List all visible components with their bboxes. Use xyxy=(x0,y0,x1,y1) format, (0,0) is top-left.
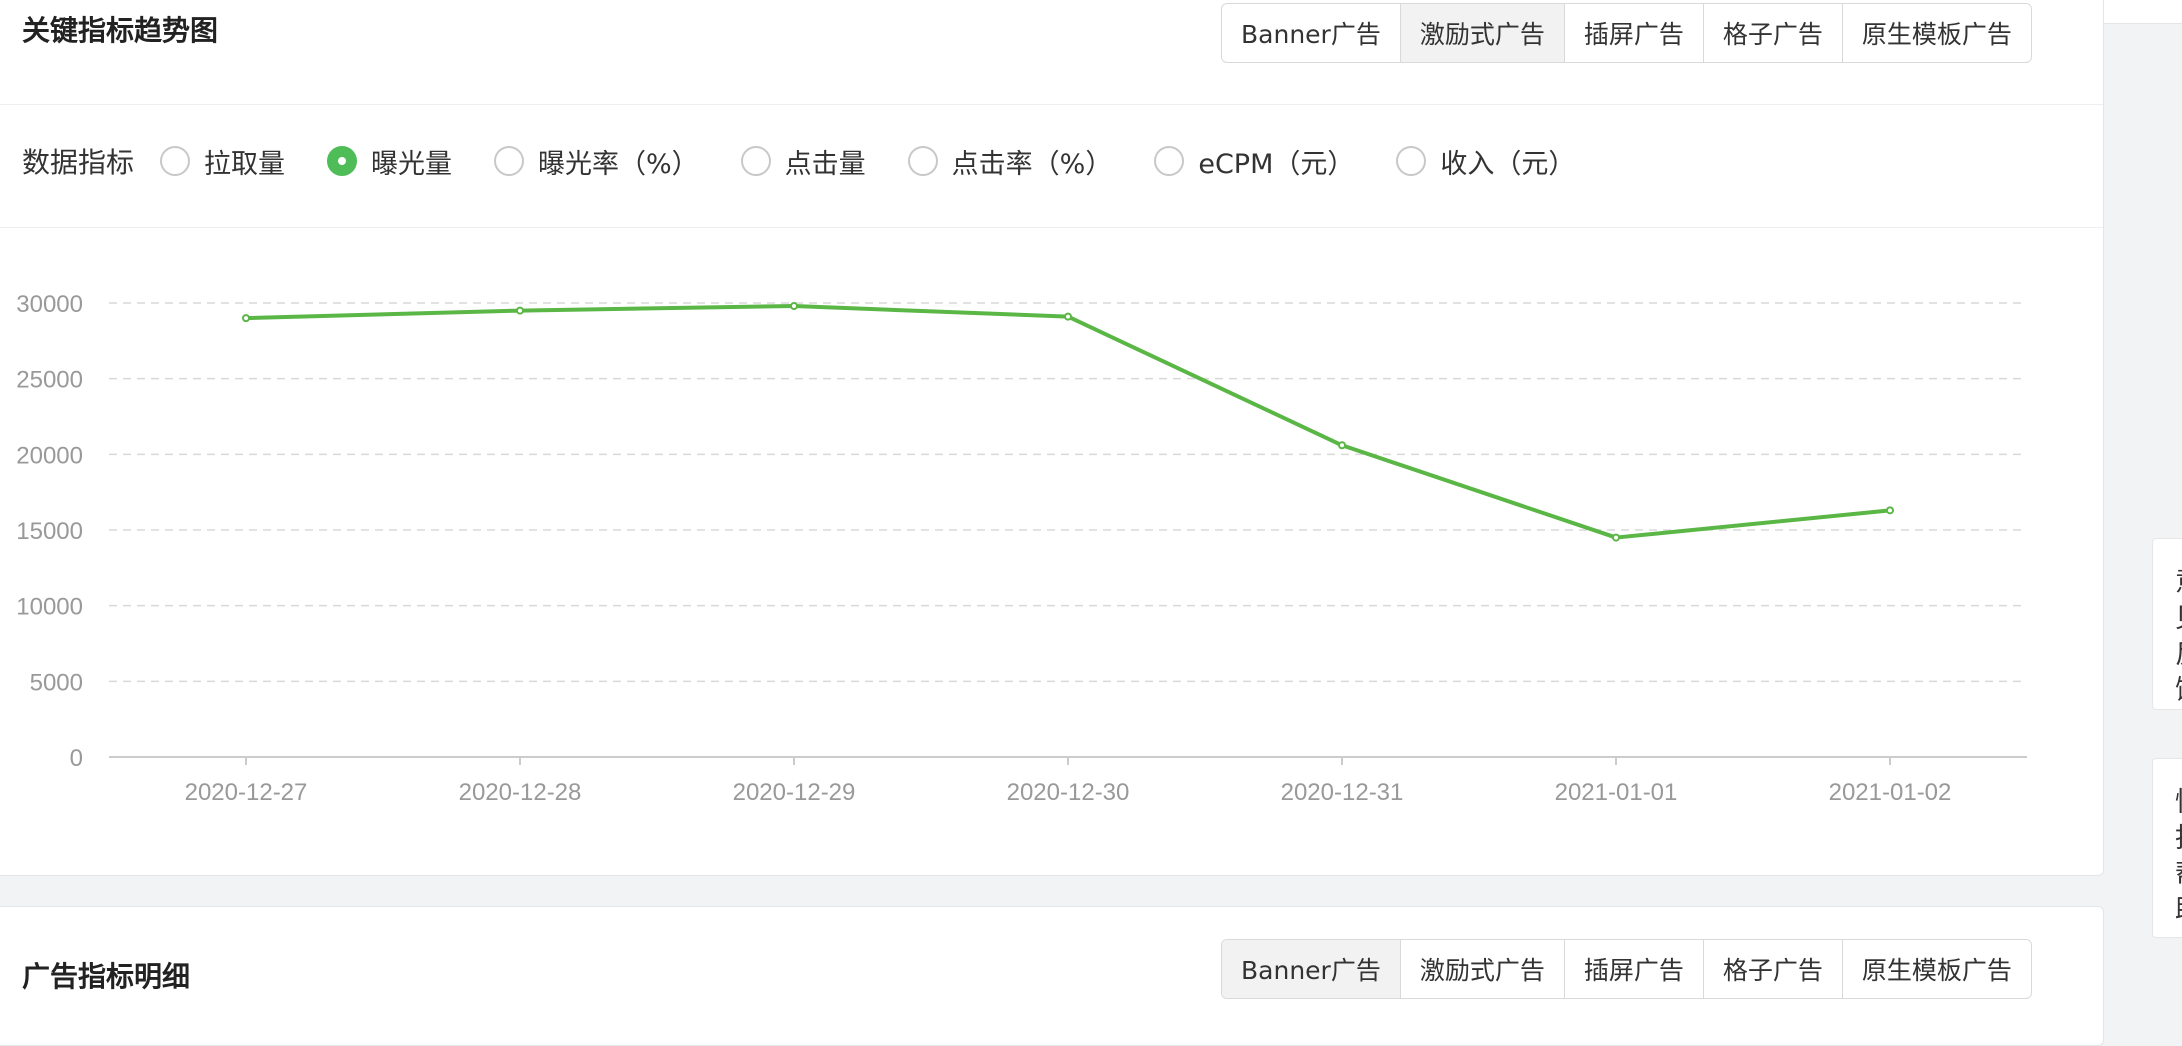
metric-radio[interactable]: 曝光量 xyxy=(327,142,452,181)
data-point[interactable] xyxy=(1886,506,1894,515)
metric-radio[interactable]: 收入（元） xyxy=(1396,142,1575,181)
radio-circle-icon[interactable] xyxy=(494,146,525,176)
tab-ad-type[interactable]: 激励式广告 xyxy=(1400,4,1565,62)
x-tick-label: 2020-12-31 xyxy=(1281,779,1404,806)
metric-radio[interactable]: 点击量 xyxy=(740,142,866,181)
side-tab-char: 帮 xyxy=(2175,857,2182,893)
detail-card: 广告指标明细 Banner广告 激励式广告 插屏广告 格子广告 原生模板广告 xyxy=(0,906,2104,1046)
y-tick-label: 0 xyxy=(70,745,83,772)
radio-circle-icon[interactable] xyxy=(907,146,938,176)
metric-label: 拉取量 xyxy=(204,148,286,180)
trend-card: 关键指标趋势图 Banner广告 激励式广告 插屏广告 格子广告 原生模板广告 数据指标… xyxy=(0,0,2104,876)
metric-radio[interactable]: 曝光率（%） xyxy=(494,142,699,181)
side-tab-char: 反 xyxy=(2175,637,2182,673)
y-tick-label: 15000 xyxy=(16,518,83,545)
radio-circle-icon[interactable] xyxy=(327,146,358,176)
radio-circle-icon[interactable] xyxy=(740,146,771,176)
tab-ad-type[interactable]: 格子广告 xyxy=(1704,940,1843,998)
divider xyxy=(0,104,2103,105)
side-tab-char: 意 xyxy=(2175,565,2182,601)
divider xyxy=(0,227,2103,228)
data-point[interactable] xyxy=(1064,312,1072,321)
side-tab-char: 助 xyxy=(2175,893,2182,929)
tab-ad-type[interactable]: 插屏广告 xyxy=(1565,940,1704,998)
metric-radio[interactable]: 拉取量 xyxy=(160,142,285,181)
y-tick-label: 25000 xyxy=(16,367,83,394)
ad-type-tabs: Banner广告 激励式广告 插屏广告 格子广告 原生模板广告 xyxy=(1221,939,2032,999)
tab-ad-type[interactable]: 原生模板广告 xyxy=(1843,940,2031,998)
metric-label: 点击率（%） xyxy=(951,148,1113,180)
card-title: 广告指标明细 xyxy=(22,960,191,993)
x-tick-label: 2021-01-01 xyxy=(1555,779,1678,806)
side-tab-char: 见 xyxy=(2175,601,2182,637)
radio-circle-icon[interactable] xyxy=(1396,146,1427,176)
x-tick-label: 2020-12-28 xyxy=(459,779,582,806)
data-point[interactable] xyxy=(242,314,250,323)
data-point[interactable] xyxy=(1338,441,1346,450)
tab-ad-type[interactable]: Banner广告 xyxy=(1222,940,1401,998)
data-point[interactable] xyxy=(790,302,798,311)
metrics-radio-group: 数据指标 拉取量 曝光量 曝光率（%） 点击量 点击率（%） eCPM（元） 收入（元） xyxy=(22,139,1617,183)
y-tick-label: 10000 xyxy=(16,594,83,621)
metric-label: 收入（元） xyxy=(1440,148,1576,180)
ad-type-tabs: Banner广告 激励式广告 插屏广告 格子广告 原生模板广告 xyxy=(1221,3,2032,63)
tab-ad-type[interactable]: 激励式广告 xyxy=(1401,940,1565,998)
card-title: 关键指标趋势图 xyxy=(22,14,219,47)
metric-label: 曝光量 xyxy=(371,148,453,180)
tab-ad-type[interactable]: 原生模板广告 xyxy=(1843,4,2031,62)
radio-circle-icon[interactable] xyxy=(1154,146,1185,176)
series-line xyxy=(245,304,1891,540)
metric-radio[interactable]: 点击率（%） xyxy=(907,142,1113,181)
data-point[interactable] xyxy=(516,306,524,315)
metric-radio[interactable]: eCPM（元） xyxy=(1154,142,1354,181)
metric-label: eCPM（元） xyxy=(1198,148,1355,180)
side-tab-char: 馈 xyxy=(2175,673,2182,709)
feedback-side-tab[interactable]: 意见反馈 xyxy=(2152,538,2182,710)
x-tick-label: 2021-01-02 xyxy=(1829,779,1952,806)
tab-ad-type[interactable]: 插屏广告 xyxy=(1565,4,1704,62)
help-side-tab[interactable]: 性指帮助 xyxy=(2152,758,2182,938)
x-tick-label: 2020-12-27 xyxy=(185,779,308,806)
metric-label: 曝光率（%） xyxy=(538,148,699,180)
radio-circle-icon[interactable] xyxy=(160,146,191,176)
side-tab-char: 性 xyxy=(2175,785,2182,821)
data-point[interactable] xyxy=(1612,533,1620,542)
side-tab-char: 指 xyxy=(2175,821,2182,857)
y-tick-label: 30000 xyxy=(16,291,83,318)
tab-ad-type[interactable]: 格子广告 xyxy=(1704,4,1843,62)
trend-line-chart: 0 5000 10000 15000 20000 25000 30000 2020-12-27… xyxy=(16,291,2027,806)
tab-ad-type[interactable]: Banner广告 xyxy=(1222,4,1401,62)
x-tick-label: 2020-12-29 xyxy=(733,779,856,806)
y-tick-label: 20000 xyxy=(16,442,83,469)
metric-label: 点击量 xyxy=(784,148,866,180)
y-tick-label: 5000 xyxy=(30,669,83,696)
metrics-label: 数据指标 xyxy=(22,146,135,179)
x-tick-label: 2020-12-30 xyxy=(1007,779,1130,806)
